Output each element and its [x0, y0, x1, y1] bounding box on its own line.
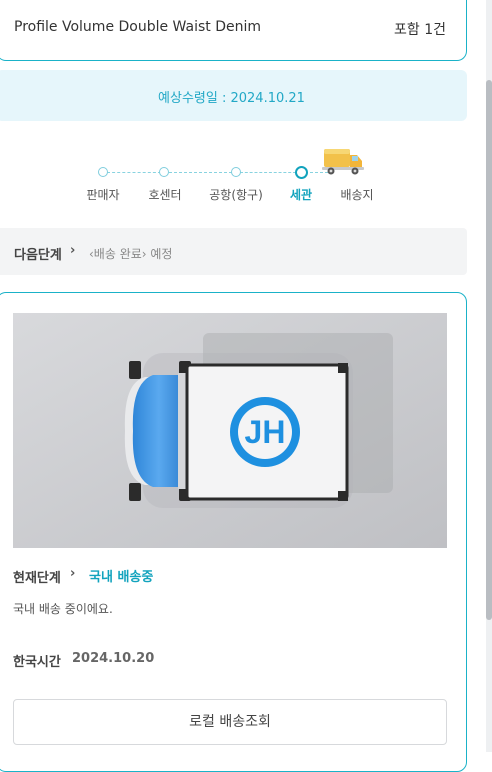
- korea-time-label: 한국시간: [13, 655, 61, 670]
- chevron-right-icon: ›: [70, 566, 76, 581]
- step-label-customs: 세관: [289, 188, 313, 202]
- eta-banner: 예상수령일 : 2024.10.21: [0, 70, 467, 121]
- product-name: Profile Volume Double Waist Denim: [14, 19, 262, 35]
- delivery-truck-icon: [322, 149, 364, 175]
- progress-line: [240, 172, 296, 173]
- progress-line: [169, 172, 232, 173]
- scrollbar-thumb[interactable]: [486, 80, 492, 620]
- next-step-bar: 다음단계 › ‹배송 완료› 예정: [0, 228, 467, 275]
- scrollbar[interactable]: [486, 0, 492, 752]
- step-dot-seller: [98, 167, 108, 177]
- next-step-label: 다음단계: [14, 248, 62, 263]
- current-step-label: 현재단계: [13, 571, 61, 586]
- delivery-truck-photo: JH: [13, 313, 447, 548]
- step-dot-hub: [159, 167, 169, 177]
- progress-line: [107, 172, 161, 173]
- current-step-value: 국내 배송중: [89, 570, 154, 585]
- step-dot-airport: [231, 167, 241, 177]
- step-dot-customs: [295, 166, 308, 179]
- svg-text:JH: JH: [245, 414, 286, 450]
- product-count: 포함 1건: [394, 22, 446, 38]
- korea-time-value: 2024.10.20: [72, 651, 155, 666]
- local-tracking-button[interactable]: 로컬 배송조회: [13, 699, 447, 745]
- next-step-value: ‹배송 완료› 예정: [89, 247, 173, 261]
- product-summary-card: Profile Volume Double Waist Denim 포함 1건: [0, 0, 467, 61]
- step-label-hub: 호센터: [148, 188, 182, 202]
- eta-text: 예상수령일 : 2024.10.21: [158, 91, 305, 106]
- step-label-seller: 판매자: [86, 188, 120, 202]
- step-label-destination: 배송지: [340, 188, 374, 202]
- step-label-airport: 공항(항구): [209, 188, 263, 202]
- status-description: 국내 배송 중이에요.: [13, 602, 113, 616]
- chevron-right-icon: ›: [70, 243, 76, 258]
